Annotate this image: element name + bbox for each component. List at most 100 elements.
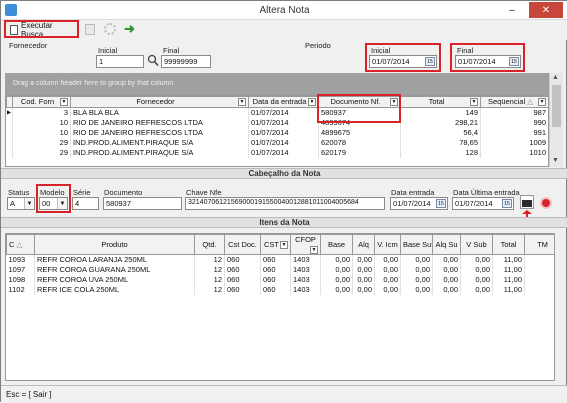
- cancel-button[interactable]: [538, 195, 553, 210]
- search-icon[interactable]: [147, 54, 159, 67]
- entry-date-input[interactable]: 01/07/2014 15: [390, 197, 448, 210]
- column-header-alq-su[interactable]: Alq Su: [432, 234, 461, 255]
- nfe-key-label: Chave Nfe: [186, 188, 222, 197]
- table-row[interactable]: 29 IND.PROD.ALIMENT.PIRAQUE S/A 01/07/20…: [6, 138, 548, 148]
- table-cell: 78,65: [400, 138, 481, 148]
- table-cell: 990: [480, 118, 548, 128]
- calendar-icon[interactable]: 15: [436, 199, 446, 208]
- table-cell: 060: [260, 275, 291, 285]
- scroll-up-arrow[interactable]: ▲: [552, 74, 559, 81]
- highlight-period-initial: [365, 43, 441, 72]
- chevron-down-icon[interactable]: ▼: [310, 246, 318, 254]
- supplier-initial-label: Inicial: [98, 46, 118, 55]
- column-header-v-sub[interactable]: V Sub: [460, 234, 493, 255]
- highlight-period-final: [450, 43, 525, 72]
- column-header-cst[interactable]: CST ▼: [260, 234, 291, 255]
- table-cell: 1098: [6, 275, 35, 285]
- table-row[interactable]: 1098 REFR COROA UVA 250ML 12 060 060 140…: [6, 275, 554, 285]
- scroll-down-arrow[interactable]: ▼: [552, 157, 559, 164]
- table-cell: 11,00: [492, 285, 525, 295]
- chevron-down-icon[interactable]: ▼: [24, 198, 34, 209]
- series-input[interactable]: 4: [72, 197, 99, 210]
- supplier-initial-input[interactable]: 1: [96, 55, 144, 68]
- supplier-final-input[interactable]: 99999999: [161, 55, 211, 68]
- table-cell: 1009: [480, 138, 548, 148]
- table-cell: 1010: [480, 148, 548, 158]
- minimize-button[interactable]: –: [501, 1, 523, 19]
- column-header-data-entrada[interactable]: Data da entrada ▼: [248, 96, 319, 108]
- calendar-icon[interactable]: 15: [502, 199, 512, 208]
- column-header-code[interactable]: C △: [6, 234, 35, 255]
- grid-scrollbar[interactable]: ▲ ▼: [549, 73, 563, 167]
- column-header-v-icm[interactable]: V. Icm: [374, 234, 401, 255]
- table-cell: 060: [260, 254, 291, 265]
- scroll-thumb[interactable]: [552, 85, 561, 127]
- save-disabled-icon[interactable]: [85, 24, 95, 35]
- nfe-key-input[interactable]: 3214070612156900019155004001288101100400…: [185, 197, 385, 210]
- close-button[interactable]: ✕: [529, 2, 563, 18]
- column-header-cfop[interactable]: CFOP ▼: [290, 234, 321, 255]
- column-header-fornecedor[interactable]: Fornecedor ▼: [70, 96, 249, 108]
- save-button[interactable]: [520, 195, 534, 209]
- table-cell: 128: [400, 148, 481, 158]
- column-header-cod-forn[interactable]: Cod. Forn ▼: [12, 96, 71, 108]
- exit-arrow-icon[interactable]: ➜: [124, 21, 135, 37]
- table-cell: 620179: [318, 148, 401, 158]
- table-cell: IND.PROD.ALIMENT.PIRAQUE S/A: [70, 138, 249, 148]
- table-cell: 1: [524, 275, 554, 285]
- last-entry-input[interactable]: 01/07/2014 15: [452, 197, 514, 210]
- table-cell: 01/07/2014: [248, 128, 319, 138]
- table-cell: 56,4: [400, 128, 481, 138]
- column-header-total[interactable]: Total: [492, 234, 525, 255]
- table-cell: 060: [224, 285, 261, 295]
- column-header-tm[interactable]: TM: [524, 234, 554, 255]
- gear-icon[interactable]: [104, 23, 116, 35]
- entry-date-label: Data entrada: [391, 188, 435, 197]
- column-header-sequencial[interactable]: Seqüencial △ ▼: [480, 96, 548, 108]
- table-cell: 0,00: [320, 285, 353, 295]
- column-header-base[interactable]: Base: [320, 234, 353, 255]
- table-cell: 12: [194, 254, 225, 265]
- filter-dropdown-icon[interactable]: ▼: [60, 98, 68, 106]
- filter-dropdown-icon[interactable]: ▼: [308, 98, 316, 106]
- table-cell: 0,00: [320, 265, 353, 275]
- table-row[interactable]: 1093 REFR COROA LARANJA 250ML 12 060 060…: [6, 254, 554, 265]
- table-row[interactable]: 29 IND.PROD.ALIMENT.PIRAQUE S/A 01/07/20…: [6, 148, 548, 158]
- table-cell: 1403: [290, 275, 321, 285]
- table-cell: BLA BLA BLA: [70, 107, 249, 118]
- filter-dropdown-icon[interactable]: ▼: [238, 98, 246, 106]
- column-header-total[interactable]: Total ▼: [400, 96, 481, 108]
- items-table: C △ Produto Qtd. Cst Doc. CST ▼ CFOP ▼ Bas…: [6, 234, 554, 295]
- table-cell: 987: [480, 107, 548, 118]
- table-cell: 0,00: [460, 285, 493, 295]
- toolbar: Executar Busca ➜: [1, 20, 567, 40]
- group-by-panel[interactable]: Drag a column header here to group by th…: [5, 73, 549, 95]
- table-cell: 01/07/2014: [248, 118, 319, 128]
- column-header-qty[interactable]: Qtd.: [194, 234, 225, 255]
- table-row[interactable]: 10 RIO DE JANEIRO REFRESCOS LTDA 01/07/2…: [6, 118, 548, 128]
- table-row[interactable]: 1097 REFR COROA GUARANA 250ML 12 060 060…: [6, 265, 554, 275]
- column-header-base-sut[interactable]: Base Sut: [400, 234, 433, 255]
- table-cell: 298,21: [400, 118, 481, 128]
- column-header-cst-doc[interactable]: Cst Doc.: [224, 234, 261, 255]
- table-cell: 12: [194, 275, 225, 285]
- table-row[interactable]: 1102 REFR ICE COLA 250ML 12 060 060 1403…: [6, 285, 554, 295]
- table-row[interactable]: ▶ 3 BLA BLA BLA 01/07/2014 580937 149 98…: [6, 107, 548, 118]
- table-cell: 1403: [290, 254, 321, 265]
- chevron-down-icon[interactable]: ▼: [280, 240, 288, 249]
- table-cell: REFR COROA UVA 250ML: [34, 275, 195, 285]
- items-grid[interactable]: C △ Produto Qtd. Cst Doc. CST ▼ CFOP ▼ Bas…: [5, 233, 555, 381]
- document-input[interactable]: 580937: [103, 197, 182, 210]
- table-cell: 0,00: [352, 265, 375, 275]
- table-cell: 0,00: [460, 275, 493, 285]
- table-cell: RIO DE JANEIRO REFRESCOS LTDA: [70, 128, 249, 138]
- invoice-grid[interactable]: Cod. Forn ▼ Fornecedor ▼ Data da entrada ▼ …: [5, 95, 549, 167]
- filter-dropdown-icon[interactable]: ▼: [470, 98, 478, 106]
- status-select[interactable]: A ▼: [7, 197, 35, 210]
- table-cell: 0,00: [374, 254, 401, 265]
- table-cell: 1403: [290, 265, 321, 275]
- filter-dropdown-icon[interactable]: ▼: [538, 98, 546, 106]
- column-header-alq[interactable]: Alq: [352, 234, 375, 255]
- table-row[interactable]: 10 RIO DE JANEIRO REFRESCOS LTDA 01/07/2…: [6, 128, 548, 138]
- column-header-product[interactable]: Produto: [34, 234, 195, 255]
